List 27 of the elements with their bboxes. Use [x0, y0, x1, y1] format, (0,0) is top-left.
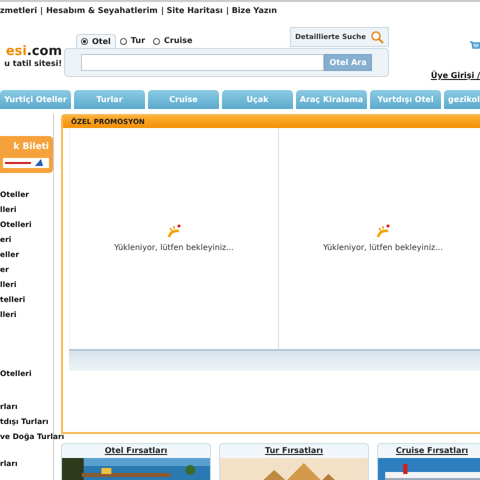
loading-icon	[375, 224, 391, 238]
top-link[interactable]: Site Haritası	[166, 4, 223, 16]
loading-icon	[166, 224, 182, 238]
deal-card[interactable]: Cruise Fırsatları	[377, 443, 480, 480]
search-icon	[370, 30, 384, 44]
cart-icon[interactable]	[470, 40, 480, 52]
deal-card[interactable]: Otel Fırsatları	[61, 443, 211, 480]
search-type-tab[interactable]: Tur	[116, 34, 150, 48]
top-link[interactable]: Hesabım & Seyahatlerim	[46, 4, 158, 16]
top-link[interactable]: zmetleri	[0, 4, 38, 16]
search-field[interactable]	[81, 54, 324, 71]
top-link[interactable]: Bize Yazın	[232, 4, 277, 16]
deal-title[interactable]: Otel Fırsatları	[104, 444, 168, 458]
deal-title[interactable]: Cruise Fırsatları	[396, 444, 468, 458]
logo-tagline: u tatil sitesi!	[4, 58, 62, 70]
search-type-tab[interactable]: Otel	[76, 34, 116, 48]
search-type-tab[interactable]: Cruise	[149, 34, 196, 48]
deal-title[interactable]: Tur Fırsatları	[265, 444, 323, 458]
airline-logo-icon	[3, 158, 49, 168]
radio-button[interactable]	[120, 38, 127, 44]
radio-button[interactable]	[153, 38, 160, 44]
login-link[interactable]: Üye Girişi /	[430, 70, 480, 82]
loading-text: Yükleniyor, lütfen bekleyiniz...	[323, 242, 443, 254]
loading-text: Yükleniyor, lütfen bekleyiniz...	[114, 242, 234, 254]
radio-button[interactable]	[81, 38, 88, 45]
deal-card[interactable]: Tur Fırsatları	[219, 443, 369, 480]
logo-text: esi.com	[6, 44, 62, 58]
